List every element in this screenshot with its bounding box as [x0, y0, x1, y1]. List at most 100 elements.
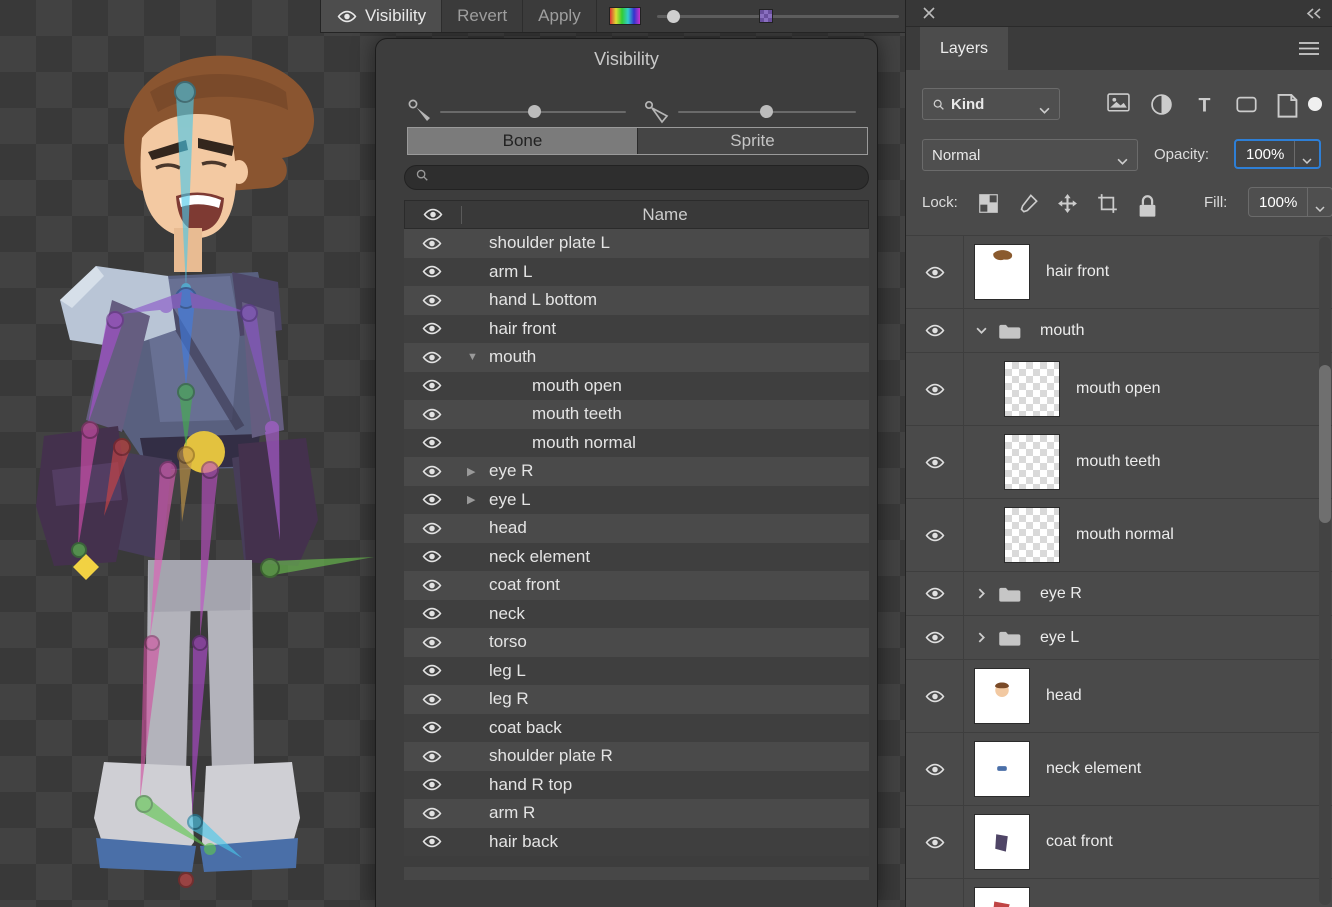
layer-name-label[interactable]: eye L [1040, 629, 1079, 647]
visibility-toggle-button[interactable]: Visibility [321, 0, 442, 32]
layer-visibility-eye-icon[interactable] [906, 309, 964, 352]
visibility-row[interactable]: ▶eye L [404, 486, 869, 515]
layer-visibility-eye-icon[interactable] [906, 353, 964, 425]
eye-visibility-icon[interactable] [404, 321, 460, 336]
eye-visibility-icon[interactable] [404, 350, 460, 365]
layer-name-label[interactable]: head [1046, 687, 1082, 705]
layer-row[interactable]: head [906, 660, 1332, 733]
header-eye-icon[interactable] [405, 207, 461, 222]
lock-image-pixels-icon[interactable] [1018, 193, 1039, 214]
eye-visibility-icon[interactable] [404, 806, 460, 821]
layer-row[interactable]: mouth open [906, 353, 1332, 426]
layer-thumbnail[interactable] [974, 887, 1030, 907]
visibility-row[interactable]: neck element [404, 543, 869, 572]
fill-value[interactable]: 100% [1249, 194, 1307, 211]
layers-scrollbar[interactable] [1319, 237, 1331, 905]
eye-visibility-icon[interactable] [404, 635, 460, 650]
eye-visibility-icon[interactable] [404, 749, 460, 764]
zoom-slider-knob[interactable] [667, 10, 680, 23]
layer-name-label[interactable]: coat front [1046, 833, 1113, 851]
opacity-value-field[interactable]: 100% [1234, 139, 1321, 169]
filter-toggle-icon[interactable] [1308, 97, 1322, 111]
visibility-row[interactable]: leg R [404, 685, 869, 714]
group-collapse-chevron-icon[interactable] [976, 325, 992, 336]
eye-visibility-icon[interactable] [404, 578, 460, 593]
layer-name-label[interactable]: eye R [1040, 585, 1082, 603]
search-input[interactable] [435, 169, 858, 187]
layer-group-row[interactable]: mouth [906, 309, 1332, 353]
visibility-row[interactable]: hair back [404, 828, 869, 857]
collapse-panel-icon[interactable] [1304, 7, 1322, 20]
visibility-row[interactable]: shoulder plate R [404, 742, 869, 771]
expand-triangle-icon[interactable]: ▶ [467, 465, 489, 478]
layer-row[interactable]: neck element [906, 733, 1332, 806]
layer-thumbnail[interactable] [1004, 434, 1060, 490]
close-icon[interactable] [922, 6, 936, 20]
lock-all-icon[interactable] [1137, 193, 1158, 214]
eye-visibility-icon[interactable] [404, 663, 460, 678]
layer-name-label[interactable]: mouth normal [1076, 526, 1174, 544]
kind-filter-dropdown[interactable]: Kind [922, 88, 1060, 120]
layer-row[interactable]: mouth teeth [906, 426, 1332, 499]
layer-row[interactable] [906, 879, 1332, 907]
layer-visibility-eye-icon[interactable] [906, 616, 964, 659]
lock-transparent-pixels-icon[interactable] [978, 193, 999, 214]
visibility-row[interactable]: neck [404, 600, 869, 629]
mesh-opacity-slider-knob[interactable] [760, 105, 773, 118]
visibility-row[interactable]: mouth teeth [404, 400, 869, 429]
layer-visibility-eye-icon[interactable] [906, 660, 964, 732]
blend-mode-dropdown[interactable]: Normal [922, 139, 1138, 171]
lock-position-icon[interactable] [1057, 193, 1078, 214]
search-box[interactable] [404, 165, 869, 190]
visibility-row[interactable]: mouth normal [404, 429, 869, 458]
layer-visibility-eye-icon[interactable] [906, 426, 964, 498]
layer-thumbnail[interactable] [974, 814, 1030, 870]
layer-name-label[interactable]: mouth teeth [1076, 453, 1161, 471]
layer-visibility-eye-icon[interactable] [906, 236, 964, 308]
visibility-row[interactable]: arm R [404, 799, 869, 828]
eye-visibility-icon[interactable] [404, 264, 460, 279]
chevron-down-icon[interactable] [1315, 199, 1325, 205]
layer-visibility-eye-icon[interactable] [906, 499, 964, 571]
expand-triangle-icon[interactable]: ▶ [467, 493, 489, 506]
eye-visibility-icon[interactable] [404, 549, 460, 564]
eye-visibility-icon[interactable] [404, 464, 460, 479]
visibility-row[interactable]: mouth open [404, 372, 869, 401]
layer-thumbnail[interactable] [974, 668, 1030, 724]
visibility-row[interactable]: ▼mouth [404, 343, 869, 372]
filter-adjustment-layers-icon[interactable] [1150, 93, 1173, 115]
visibility-row[interactable]: arm L [404, 258, 869, 287]
layer-visibility-eye-icon[interactable] [906, 879, 964, 907]
eye-visibility-icon[interactable] [404, 236, 460, 251]
eye-visibility-icon[interactable] [404, 692, 460, 707]
layer-thumbnail[interactable] [1004, 361, 1060, 417]
eye-visibility-icon[interactable] [404, 435, 460, 450]
lock-artboard-icon[interactable] [1097, 193, 1118, 214]
eye-visibility-icon[interactable] [404, 492, 460, 507]
collapse-triangle-icon[interactable]: ▼ [467, 351, 489, 363]
group-expand-chevron-icon[interactable] [976, 588, 992, 599]
group-expand-chevron-icon[interactable] [976, 632, 992, 643]
visibility-row[interactable]: torso [404, 628, 869, 657]
layer-thumbnail[interactable] [1004, 507, 1060, 563]
eye-visibility-icon[interactable] [404, 293, 460, 308]
layer-visibility-eye-icon[interactable] [906, 733, 964, 805]
tab-sprite[interactable]: Sprite [637, 128, 867, 154]
layers-scrollbar-thumb[interactable] [1319, 365, 1331, 523]
visibility-row[interactable]: head [404, 514, 869, 543]
layer-group-row[interactable]: eye R [906, 572, 1332, 616]
filter-shape-layers-icon[interactable] [1235, 93, 1258, 115]
visibility-row[interactable]: leg L [404, 657, 869, 686]
layer-row[interactable]: mouth normal [906, 499, 1332, 572]
visibility-row[interactable]: hand R top [404, 771, 869, 800]
filter-smart-object-icon[interactable] [1276, 93, 1299, 115]
visibility-row[interactable]: coat back [404, 714, 869, 743]
visibility-row[interactable]: shoulder plate L [404, 229, 869, 258]
eye-visibility-icon[interactable] [404, 521, 460, 536]
layer-visibility-eye-icon[interactable] [906, 806, 964, 878]
apply-button[interactable]: Apply [523, 0, 597, 32]
filter-type-layers-icon[interactable]: T [1193, 93, 1216, 115]
layer-row[interactable]: hair front [906, 236, 1332, 309]
layer-group-row[interactable]: eye L [906, 616, 1332, 660]
color-spectrum-icon[interactable] [609, 7, 641, 25]
